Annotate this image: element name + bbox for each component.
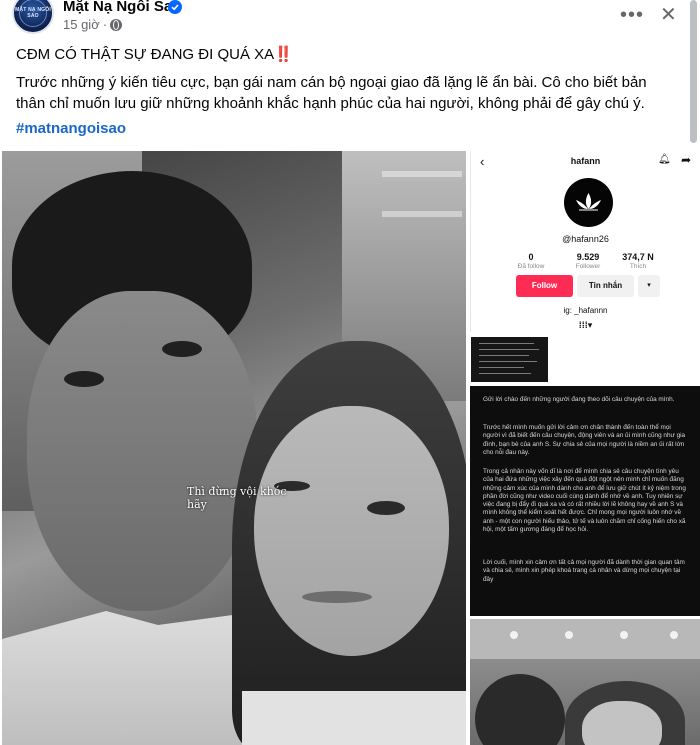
photo-caption-line: Thì đừng vội khóc <box>187 485 287 498</box>
photo-shelf <box>382 171 462 177</box>
post-body: Trước những ý kiến tiêu cực, bạn gái nam… <box>16 74 647 112</box>
statement-paragraph: Trước hết mình muốn gửi lời cảm ơn chân … <box>483 424 686 456</box>
ceiling-lamp <box>620 631 628 639</box>
post-meta: 15 giờ · <box>63 17 123 32</box>
text-line <box>479 361 537 362</box>
ceiling-lamp <box>565 631 573 639</box>
statement-paragraph: Lời cuối, mình xin cảm ơn tất cả mọi ngư… <box>483 559 685 583</box>
man-face <box>27 291 257 611</box>
text-line <box>479 367 524 368</box>
stat-label: Thích <box>629 263 647 270</box>
woman-eye <box>367 501 405 515</box>
scrollbar[interactable] <box>690 0 697 143</box>
grid-tab-icon: ⁞⁞⁞▾ <box>578 320 593 330</box>
stat-number: 0 <box>528 252 534 262</box>
lotus-icon <box>576 193 601 211</box>
woman-face <box>254 406 449 656</box>
statement-paragraph: Trong cả nhân này vốn dĩ là nơi để mình … <box>483 468 686 534</box>
profile-screenshot[interactable]: ‹ hafann 🔔︎ ➦ @hafann26 0 Đã follow 9.52… <box>470 151 700 332</box>
ceiling-lamp <box>510 631 518 639</box>
main-photo[interactable]: Thì đừng vội khóc hãy <box>2 151 466 745</box>
photo-caption-line: hãy <box>187 498 207 511</box>
verified-badge-icon <box>168 0 182 14</box>
statement-paragraph: Gửi lời chào đến những người đang theo d… <box>483 396 675 403</box>
text-line <box>479 355 529 356</box>
message-button: Tin nhắn <box>577 275 634 297</box>
photo-caption: Thì đừng vội khóc hãy <box>187 485 287 511</box>
post-time[interactable]: 15 giờ <box>63 17 100 32</box>
photo-shelf <box>382 211 462 217</box>
text-line <box>479 373 531 374</box>
page-avatar[interactable]: MẶT NẠ NGÔI SAO <box>12 0 54 34</box>
hashtag-link[interactable]: #matnangoisao <box>16 120 126 137</box>
stat-number: 374,7 N <box>622 252 654 262</box>
profile-bio: ig: _hafannn <box>563 306 608 315</box>
text-line <box>479 349 539 350</box>
text-line <box>479 343 534 344</box>
chevron-down-icon: ▾ <box>638 275 660 297</box>
man-eye <box>162 341 202 357</box>
post-headline: CĐM CÓ THẬT SỰ ĐANG ĐI QUÁ XA‼️ <box>16 46 293 63</box>
globe-icon <box>110 18 123 31</box>
close-icon[interactable]: ✕ <box>660 2 677 27</box>
photo-ceiling <box>470 619 700 659</box>
woman-mouth <box>302 591 372 603</box>
couple-photo-small[interactable] <box>470 619 700 745</box>
man-eye <box>64 371 104 387</box>
man-figure <box>475 674 565 745</box>
more-options-icon[interactable]: ••• <box>620 4 644 27</box>
page-name[interactable]: Mặt Nạ Ngôi Sao <box>63 0 181 15</box>
stat-label: Đã follow <box>517 263 545 270</box>
dot-separator: · <box>102 17 108 32</box>
avatar-logo-text: MẶT NẠ NGÔI SAO <box>15 7 51 19</box>
ceiling-lamp <box>670 631 678 639</box>
woman-face <box>582 701 662 745</box>
stat-following: 0 Đã follow <box>501 252 561 270</box>
share-icon: ➦ <box>681 153 692 167</box>
profile-handle: @hafann26 <box>562 234 609 244</box>
man-shirt <box>2 611 262 745</box>
profile-avatar <box>564 178 613 227</box>
story-thumbnail[interactable] <box>471 337 548 382</box>
stat-likes: 374,7 N Thích <box>608 252 668 270</box>
woman-shirt <box>242 691 466 745</box>
bell-icon: 🔔︎ <box>658 154 671 165</box>
follow-button: Follow <box>516 275 573 297</box>
statement-image[interactable]: Gửi lời chào đến những người đang theo d… <box>470 386 700 616</box>
